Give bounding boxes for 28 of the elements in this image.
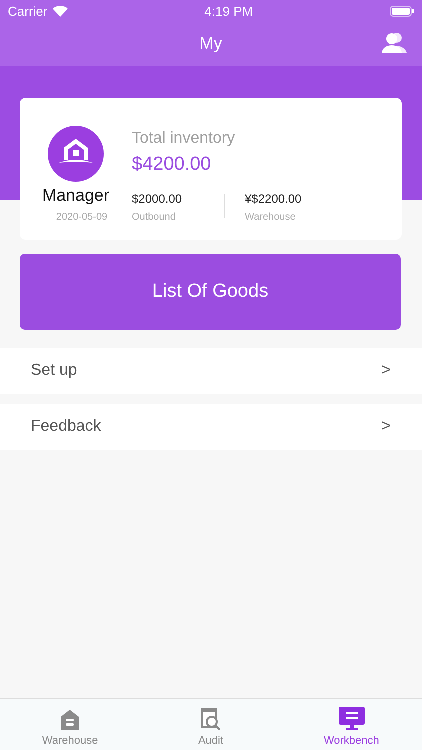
tab[interactable]: Workbench [281, 699, 422, 750]
users-icon[interactable] [382, 32, 408, 54]
status-time: 4:19 PM [204, 4, 254, 18]
tab[interactable]: Warehouse [0, 699, 141, 750]
stat-label: Warehouse [245, 212, 297, 223]
total-value: $4200.00 [132, 154, 212, 176]
carrier-label: Carrier [8, 4, 48, 18]
wifi-icon [52, 6, 68, 16]
stat-value: ¥$2200.00 [245, 192, 303, 206]
stat-value: $2000.00 [132, 192, 184, 206]
tab[interactable]: Audit [140, 699, 282, 750]
date-label: 2020-05-09 [55, 212, 108, 223]
document-search-icon [200, 707, 222, 731]
monitor-icon [338, 707, 365, 731]
list-of-goods-button[interactable]: List Of Goods [20, 254, 401, 330]
house-icon [59, 709, 82, 731]
menu-label: Set up [31, 362, 78, 380]
menu-row[interactable]: Set up > [0, 348, 422, 394]
stat-label: Outbound [132, 212, 177, 223]
battery-icon [390, 6, 414, 16]
role-label: Manager [42, 186, 110, 206]
chevron-icon: > [382, 362, 391, 380]
menu-row[interactable]: Feedback > [0, 404, 422, 450]
house-avatar-icon [48, 126, 104, 182]
total-label: Total inventory [132, 130, 236, 148]
page-title: My [200, 34, 222, 54]
menu-label: Feedback [31, 418, 102, 436]
chevron-icon: > [382, 418, 391, 436]
